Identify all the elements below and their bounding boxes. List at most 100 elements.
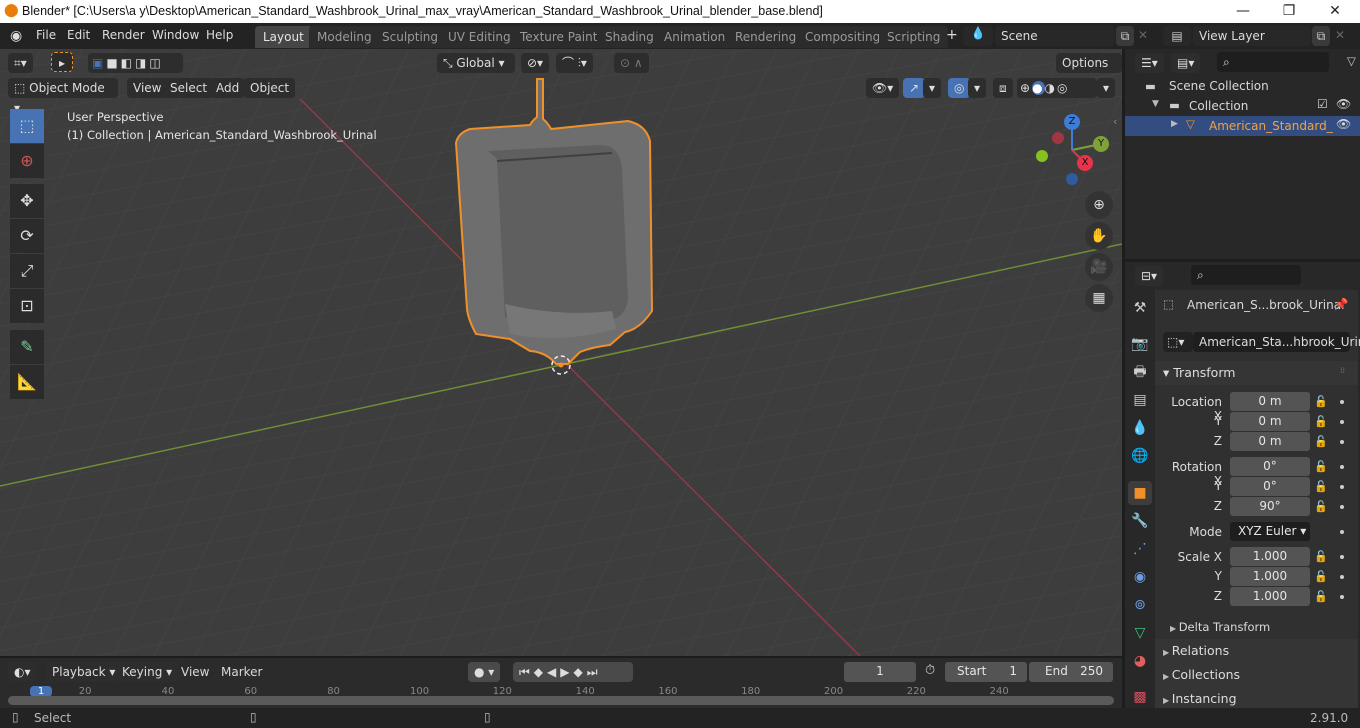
keyframe-dot[interactable] xyxy=(1340,505,1344,509)
current-frame-field[interactable]: 1 xyxy=(844,662,916,682)
tool-move[interactable]: ✥ xyxy=(10,184,44,218)
viewport-menu-select[interactable]: Select xyxy=(164,78,214,98)
rotation-z-field[interactable]: 90° xyxy=(1230,497,1310,516)
modifier-properties-tab[interactable]: 🔧 xyxy=(1128,509,1152,533)
scene-collection-label[interactable]: Scene Collection xyxy=(1169,79,1269,93)
gizmo-z-axis[interactable]: Z xyxy=(1064,114,1080,130)
options-dropdown[interactable]: Options ▾ xyxy=(1056,53,1122,90)
transform-section-header[interactable]: ▾ Transform xyxy=(1155,361,1358,385)
tab-uv-editing[interactable]: UV Editing xyxy=(440,26,519,48)
proportional-editing-toggle[interactable]: ⊙ ∧ xyxy=(614,53,649,73)
constraints-properties-tab[interactable]: ⊚ xyxy=(1128,593,1152,617)
menu-render[interactable]: Render xyxy=(102,28,145,42)
tab-sculpting[interactable]: Sculpting xyxy=(374,26,447,48)
scale-x-field[interactable]: 1.000 xyxy=(1230,547,1310,566)
playback-menu[interactable]: Playback ▾ xyxy=(46,662,122,682)
3d-viewport[interactable]: Z Y X ⌗▾ ▸ ▣■◧◨◫ ⤡ Global ▾ ⊘▾ ⌒ ⫶▾ ⊙ ∧ … xyxy=(0,49,1122,656)
relations-section-header[interactable]: ▶ Relations xyxy=(1155,639,1358,663)
overlay-dropdown[interactable]: ▾ xyxy=(968,78,987,98)
keyframe-dot[interactable] xyxy=(1340,440,1344,444)
timeline-scrollbar[interactable] xyxy=(8,696,1114,705)
timeline-view-menu[interactable]: View xyxy=(181,665,209,679)
location-y-field[interactable]: 0 m xyxy=(1230,412,1310,431)
rotation-mode-dropdown[interactable]: XYZ Euler ▾ xyxy=(1230,522,1310,541)
keyframe-dot[interactable] xyxy=(1340,420,1344,424)
tab-texture-paint[interactable]: Texture Paint xyxy=(512,26,606,48)
keyframe-dot[interactable] xyxy=(1340,400,1344,404)
object-visibility-eye-icon[interactable]: 👁 xyxy=(1336,117,1351,131)
texture-properties-tab[interactable]: ▩ xyxy=(1128,685,1152,709)
outliner-editor-type-icon[interactable]: ☰▾ xyxy=(1135,53,1164,73)
keyframe-dot[interactable] xyxy=(1340,530,1344,534)
timeline-marker-menu[interactable]: Marker xyxy=(221,665,262,679)
scale-z-field[interactable]: 1.000 xyxy=(1230,587,1310,606)
xray-toggle[interactable]: ⧈ xyxy=(993,78,1013,98)
menu-file[interactable]: File xyxy=(36,28,56,42)
menu-window[interactable]: Window xyxy=(152,28,199,42)
tool-select-box[interactable]: ⬚ xyxy=(10,109,44,143)
tab-rendering[interactable]: Rendering xyxy=(727,26,805,48)
viewport-menu-view[interactable]: View xyxy=(127,78,168,98)
object-datablock-icon[interactable]: ⬚▾ xyxy=(1163,332,1193,352)
viewport-menu-object[interactable]: Object xyxy=(244,78,296,98)
start-frame-field[interactable]: Start 1 xyxy=(945,662,1027,682)
tab-scripting[interactable]: Scripting xyxy=(879,26,949,48)
particles-properties-tab[interactable]: ⋰ xyxy=(1128,537,1152,561)
tab-shading[interactable]: Shading xyxy=(597,26,662,48)
lock-scale-z-icon[interactable]: 🔓 xyxy=(1314,590,1328,603)
scale-y-field[interactable]: 1.000 xyxy=(1230,567,1310,586)
tab-compositing[interactable]: Compositing xyxy=(797,26,889,48)
minimize-button[interactable]: — xyxy=(1220,0,1266,23)
object-expand-icon[interactable]: ▶ xyxy=(1171,119,1178,129)
add-workspace-button[interactable]: + xyxy=(946,27,958,43)
collections-section-header[interactable]: ▶ Collections xyxy=(1155,663,1358,687)
collection-exclude-checkbox[interactable]: ☑ xyxy=(1317,97,1328,111)
new-view-layer-icon[interactable]: ⧉ xyxy=(1312,26,1330,46)
visibility-dropdown[interactable]: 👁▾ xyxy=(866,78,900,98)
tool-rotate[interactable]: ⟳ xyxy=(10,219,44,253)
end-frame-field[interactable]: End 250 xyxy=(1029,662,1113,682)
output-properties-tab[interactable]: 🖶 xyxy=(1128,360,1152,384)
pin-icon[interactable]: 📌 xyxy=(1334,297,1348,311)
physics-properties-tab[interactable]: ◉ xyxy=(1128,565,1152,589)
pan-hand-icon[interactable]: ✋ xyxy=(1085,222,1113,250)
scene-properties-tab[interactable]: 💧 xyxy=(1128,416,1152,440)
mode-dropdown[interactable]: ⬚ Object Mode ▾ xyxy=(8,78,118,115)
maximize-button[interactable]: ❐ xyxy=(1266,0,1312,23)
lock-scale-y-icon[interactable]: 🔓 xyxy=(1314,570,1328,583)
auto-keying-toggle[interactable]: ● ▾ xyxy=(468,662,501,682)
menu-edit[interactable]: Edit xyxy=(67,28,90,42)
tool-annotate[interactable]: ✎ xyxy=(10,330,44,364)
collection-expand-icon[interactable]: ▼ xyxy=(1152,99,1159,109)
keyframe-dot[interactable] xyxy=(1340,485,1344,489)
blender-menu-icon[interactable]: ◉ xyxy=(10,28,22,44)
location-z-field[interactable]: 0 m xyxy=(1230,432,1310,451)
tab-modeling[interactable]: Modeling xyxy=(309,26,380,48)
display-mode-icon[interactable]: ▤▾ xyxy=(1171,53,1201,73)
shading-mode-buttons[interactable]: ⊕●◑◎ xyxy=(1017,78,1097,98)
delta-transform-subpanel[interactable]: ▶ Delta Transform xyxy=(1170,620,1270,634)
tab-layout[interactable]: Layout xyxy=(255,26,312,48)
collection-label[interactable]: Collection xyxy=(1189,99,1248,113)
tab-animation[interactable]: Animation xyxy=(656,26,734,48)
lock-rotation-y-icon[interactable]: 🔓 xyxy=(1314,480,1328,493)
select-tool-icon[interactable]: ▸ xyxy=(51,52,73,72)
object-name-field[interactable]: American_Sta...hbrook_Urinal xyxy=(1193,332,1360,352)
location-x-field[interactable]: 0 m xyxy=(1230,392,1310,411)
zoom-icon[interactable]: ⊕ xyxy=(1085,191,1113,219)
delete-view-layer-icon[interactable]: ✕ xyxy=(1335,28,1345,42)
properties-editor-type-icon[interactable]: ⊟▾ xyxy=(1135,266,1164,286)
object-label[interactable]: American_Standard_ xyxy=(1209,119,1333,133)
transform-orientation-dropdown[interactable]: ⤡ Global ▾ xyxy=(437,53,515,73)
gizmo-x-axis[interactable]: X xyxy=(1077,155,1093,171)
camera-view-icon[interactable]: 🎥 xyxy=(1085,253,1113,281)
lock-location-y-icon[interactable]: 🔓 xyxy=(1314,415,1328,428)
world-properties-tab[interactable]: 🌐 xyxy=(1128,444,1152,468)
view-layer-properties-tab[interactable]: ▤ xyxy=(1128,388,1152,412)
lock-location-z-icon[interactable]: 🔓 xyxy=(1314,435,1328,448)
keyframe-dot[interactable] xyxy=(1340,575,1344,579)
outliner-search-input[interactable]: ⌕ xyxy=(1217,52,1329,72)
editor-type-icon[interactable]: ⌗▾ xyxy=(8,53,33,73)
tool-scale[interactable]: ⤢ xyxy=(10,254,44,288)
selection-mode-buttons[interactable]: ▣■◧◨◫ xyxy=(88,53,183,73)
